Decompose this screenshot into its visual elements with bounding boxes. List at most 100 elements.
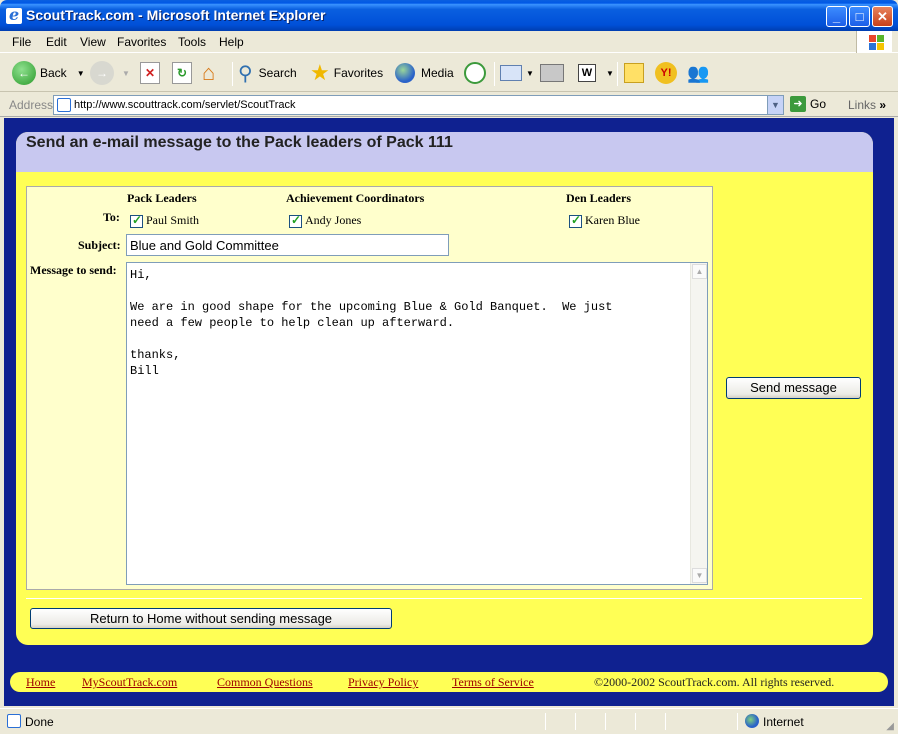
group-pack-leaders: Pack Leaders xyxy=(127,191,197,205)
mail-button[interactable]: ▼ xyxy=(500,60,534,86)
star-icon: ★ xyxy=(310,60,330,85)
edit-dropdown-icon[interactable]: ▼ xyxy=(606,69,614,78)
divider xyxy=(26,598,862,599)
to-label: To: xyxy=(103,210,120,224)
windows-logo-icon xyxy=(856,31,892,53)
stop-button[interactable]: ✕ xyxy=(140,60,160,86)
menu-favorites[interactable]: Favorites xyxy=(117,35,166,49)
messenger-button[interactable]: 👥 xyxy=(687,60,709,86)
edit-word-button[interactable]: W ▼ xyxy=(578,60,614,86)
message-text[interactable]: Hi, We are in good shape for the upcomin… xyxy=(130,267,686,379)
discuss-button[interactable] xyxy=(624,60,644,86)
page-content: Send an e-mail message to the Pack leade… xyxy=(4,118,894,706)
recipient-name: Andy Jones xyxy=(305,213,362,227)
recipient-checkbox[interactable] xyxy=(130,213,143,228)
printer-icon xyxy=(540,64,564,82)
word-icon: W xyxy=(578,64,596,82)
address-url[interactable]: http://www.scouttrack.com/servlet/ScoutT… xyxy=(74,99,296,111)
recipient-name: Paul Smith xyxy=(146,213,200,227)
message-scrollbar[interactable]: ▲ ▼ xyxy=(690,263,707,584)
menu-file[interactable]: File xyxy=(12,35,31,49)
page-done-icon xyxy=(7,714,21,728)
zone-label: Internet xyxy=(763,715,804,729)
address-label: Address xyxy=(9,98,54,112)
forward-arrow-icon: → xyxy=(90,61,114,85)
smiley-icon: Y! xyxy=(655,62,677,84)
refresh-button[interactable]: ↻ xyxy=(172,60,192,86)
status-bar: Done Internet ◢ xyxy=(0,708,898,734)
group-achievement-coordinators: Achievement Coordinators xyxy=(286,191,425,205)
close-button[interactable]: ✕ xyxy=(872,6,893,27)
address-dropdown-icon[interactable]: ▼ xyxy=(767,96,783,114)
media-globe-icon xyxy=(395,63,415,83)
address-input[interactable]: http://www.scouttrack.com/servlet/ScoutT… xyxy=(53,95,784,115)
menu-view[interactable]: View xyxy=(80,35,106,49)
footer-link-privacy-policy[interactable]: Privacy Policy xyxy=(348,675,418,690)
history-icon xyxy=(464,62,486,84)
mail-dropdown-icon[interactable]: ▼ xyxy=(526,69,534,78)
search-button[interactable]: ⚲ Search xyxy=(238,60,297,86)
recipient-checkbox[interactable] xyxy=(569,213,582,228)
messenger-icon: 👥 xyxy=(687,62,710,83)
back-button[interactable]: ← Back ▼ xyxy=(12,60,85,86)
footer: Home MyScoutTrack.com Common Questions P… xyxy=(10,672,888,692)
message-textarea[interactable]: Hi, We are in good shape for the upcomin… xyxy=(126,262,708,585)
mail-icon xyxy=(500,65,522,81)
recipient-karen-blue[interactable]: Karen Blue xyxy=(569,213,640,228)
history-button[interactable] xyxy=(464,60,486,86)
yahoo-button[interactable]: Y! xyxy=(655,60,677,86)
page-title: Send an e-mail message to the Pack leade… xyxy=(26,134,453,151)
footer-link-myscouttrack[interactable]: MyScoutTrack.com xyxy=(82,675,177,690)
menu-bar: File Edit View Favorites Tools Help xyxy=(0,31,898,53)
home-icon: ⌂ xyxy=(202,60,216,85)
media-button[interactable]: Media xyxy=(395,60,454,86)
ie-app-icon xyxy=(6,5,22,24)
panel-header: Send an e-mail message to the Pack leade… xyxy=(16,132,873,172)
copyright: ©2000-2002 ScoutTrack.com. All rights re… xyxy=(594,675,835,689)
search-icon: ⚲ xyxy=(238,62,253,85)
maximize-button[interactable]: □ xyxy=(849,6,870,27)
favorites-button[interactable]: ★ Favorites xyxy=(310,60,383,86)
internet-zone-icon xyxy=(745,714,759,728)
back-arrow-icon: ← xyxy=(12,61,36,85)
subject-input[interactable]: Blue and Gold Committee xyxy=(126,234,449,256)
menu-edit[interactable]: Edit xyxy=(46,35,67,49)
scroll-up-icon[interactable]: ▲ xyxy=(692,264,707,279)
minimize-button[interactable]: _ xyxy=(826,6,847,27)
main-panel: Send an e-mail message to the Pack leade… xyxy=(16,132,873,645)
links-toolbar[interactable]: Links » xyxy=(848,98,886,112)
go-arrow-icon: ➜ xyxy=(790,96,806,112)
links-label: Links xyxy=(848,98,877,112)
address-bar: Address http://www.scouttrack.com/servle… xyxy=(0,93,898,117)
return-home-button[interactable]: Return to Home without sending message xyxy=(30,608,392,629)
go-button[interactable]: ➜ Go xyxy=(790,96,826,112)
favorites-label: Favorites xyxy=(333,66,384,80)
send-message-button[interactable]: Send message xyxy=(726,377,861,399)
refresh-icon: ↻ xyxy=(172,62,192,84)
forward-dropdown-icon: ▼ xyxy=(122,68,130,78)
resize-grip-icon[interactable]: ◢ xyxy=(886,721,894,732)
menu-tools[interactable]: Tools xyxy=(178,35,206,49)
media-label: Media xyxy=(421,66,454,80)
back-dropdown-icon[interactable]: ▼ xyxy=(77,69,85,78)
email-form: Pack Leaders Achievement Coordinators De… xyxy=(26,186,713,590)
print-button[interactable] xyxy=(540,60,564,86)
recipient-andy-jones[interactable]: Andy Jones xyxy=(289,213,361,228)
stop-icon: ✕ xyxy=(140,62,160,84)
toolbar: ← Back ▼ → ▼ ✕ ↻ ⌂ ⚲ Search ★ Favorites … xyxy=(0,54,898,92)
title-bar: ScoutTrack.com - Microsoft Internet Expl… xyxy=(0,0,898,31)
group-den-leaders: Den Leaders xyxy=(566,191,631,205)
footer-link-terms-of-service[interactable]: Terms of Service xyxy=(452,675,534,690)
message-label: Message to send: xyxy=(30,263,117,277)
footer-link-home[interactable]: Home xyxy=(26,675,55,690)
recipient-checkbox[interactable] xyxy=(289,213,302,228)
home-button[interactable]: ⌂ xyxy=(202,60,215,86)
recipient-name: Karen Blue xyxy=(585,213,640,227)
recipient-paul-smith[interactable]: Paul Smith xyxy=(130,213,199,228)
forward-button[interactable]: → ▼ xyxy=(90,60,130,86)
note-icon xyxy=(624,63,644,83)
page-icon xyxy=(57,98,71,112)
footer-link-common-questions[interactable]: Common Questions xyxy=(217,675,313,690)
menu-help[interactable]: Help xyxy=(219,35,244,49)
scroll-down-icon[interactable]: ▼ xyxy=(692,568,707,583)
